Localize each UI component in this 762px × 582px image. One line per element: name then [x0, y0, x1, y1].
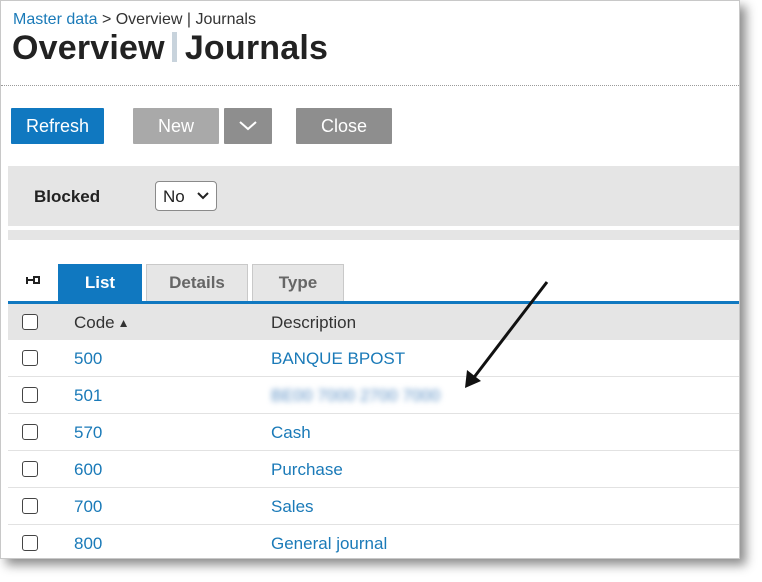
- breadcrumb: Master data > Overview | Journals: [13, 11, 256, 29]
- breadcrumb-master-data-link[interactable]: Master data: [13, 11, 97, 28]
- row-code[interactable]: 600: [74, 460, 102, 480]
- row-code[interactable]: 501: [74, 386, 102, 406]
- journals-window: Master data > Overview | Journals Overvi…: [0, 0, 740, 559]
- refresh-button[interactable]: Refresh: [11, 108, 104, 144]
- table-row[interactable]: 600 Purchase: [8, 451, 739, 488]
- table-row[interactable]: 500 BANQUE BPOST: [8, 340, 739, 377]
- row-code[interactable]: 700: [74, 497, 102, 517]
- row-checkbox[interactable]: [22, 535, 38, 551]
- blocked-select-value: No: [163, 187, 185, 206]
- blocked-label: Blocked: [34, 187, 101, 206]
- filter-bar: Blocked No: [8, 166, 739, 226]
- row-checkbox[interactable]: [22, 387, 38, 403]
- title-divider: [171, 32, 177, 62]
- row-checkbox[interactable]: [22, 424, 38, 440]
- tab-details[interactable]: Details: [146, 264, 248, 301]
- new-button[interactable]: New: [133, 108, 219, 144]
- new-dropdown-button[interactable]: [224, 108, 272, 144]
- row-code[interactable]: 800: [74, 534, 102, 554]
- header-divider: [1, 85, 739, 86]
- row-checkbox[interactable]: [22, 350, 38, 366]
- page-title-overview: Overview: [12, 29, 165, 67]
- chevron-down-icon: [239, 121, 257, 131]
- column-header-code-label: Code: [74, 313, 115, 332]
- breadcrumb-separator: >: [101, 11, 112, 28]
- table-row[interactable]: 800 General journal: [8, 525, 739, 558]
- table-row[interactable]: 570 Cash: [8, 414, 739, 451]
- filter-bottom-strip: [8, 230, 739, 240]
- row-description[interactable]: Cash: [271, 423, 311, 443]
- page-title: Overview Journals: [12, 29, 328, 68]
- breadcrumb-current: Overview | Journals: [115, 11, 256, 28]
- blocked-select[interactable]: No: [155, 181, 217, 211]
- row-description[interactable]: General journal: [271, 534, 387, 554]
- row-description-redacted[interactable]: BE00 7000 2700 7000: [271, 386, 440, 406]
- table-row[interactable]: 700 Sales: [8, 488, 739, 525]
- row-description[interactable]: Sales: [271, 497, 314, 517]
- row-description[interactable]: Purchase: [271, 460, 343, 480]
- column-header-description[interactable]: Description: [271, 313, 356, 333]
- table-header: Code ▲ Description: [8, 304, 739, 340]
- row-checkbox[interactable]: [22, 461, 38, 477]
- table-row[interactable]: 501 BE00 7000 2700 7000: [8, 377, 739, 414]
- sort-ascending-icon: ▲: [117, 316, 130, 330]
- tab-type[interactable]: Type: [252, 264, 344, 301]
- row-code[interactable]: 500: [74, 349, 102, 369]
- pin-icon[interactable]: [25, 273, 41, 287]
- page-title-journals: Journals: [184, 29, 329, 67]
- close-button[interactable]: Close: [296, 108, 392, 144]
- column-header-code[interactable]: Code ▲: [74, 313, 130, 333]
- row-code[interactable]: 570: [74, 423, 102, 443]
- tab-list[interactable]: List: [58, 264, 142, 301]
- row-checkbox[interactable]: [22, 498, 38, 514]
- chevron-down-icon: [197, 192, 209, 200]
- row-description[interactable]: BANQUE BPOST: [271, 349, 405, 369]
- select-all-checkbox[interactable]: [22, 314, 38, 330]
